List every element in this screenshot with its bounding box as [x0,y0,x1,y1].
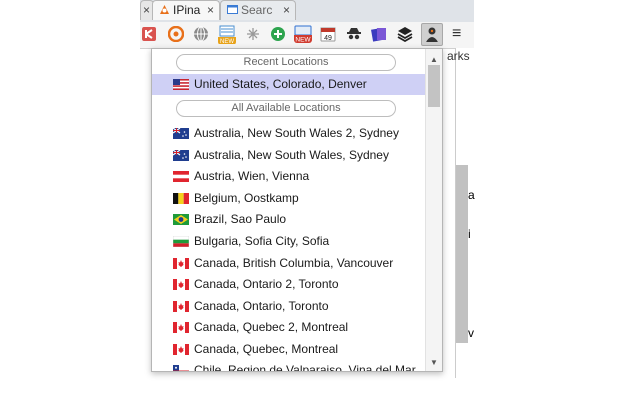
scroll-up-arrow-icon[interactable]: ▲ [430,55,438,64]
location-item[interactable]: Canada, Ontario, Toronto [152,296,428,317]
location-label: Canada, Ontario, Toronto [194,299,329,313]
location-popup: Recent Locations United States, Colorado… [151,48,443,372]
flag-at-icon [173,171,189,182]
bookmarks-fragment-text: arks [447,49,470,63]
recent-location-item[interactable]: United States, Colorado, Denver [152,74,428,95]
location-label: Australia, New South Wales 2, Sydney [194,126,399,140]
page-fragment-char: i [468,227,471,241]
page-fragment-char: a [468,188,475,202]
location-label: Brazil, Sao Paulo [194,212,287,226]
globe-extension-icon[interactable] [193,26,209,42]
popup-scrollbar-thumb[interactable] [428,65,440,107]
calendar-date-text: 49 [324,35,332,42]
flag-be-icon [173,193,189,204]
location-item[interactable]: Canada, Quebec, Montreal [152,339,428,360]
location-item[interactable]: Belgium, Oostkamp [152,188,428,209]
location-item[interactable]: Chile, Region de Valparaiso, Vina del Ma… [152,360,428,372]
spy-extension-icon[interactable] [346,26,362,42]
recent-locations-header: Recent Locations [176,54,396,71]
layers-extension-icon[interactable] [397,26,413,42]
flag-ca-icon [173,301,189,312]
flag-cl-icon [173,365,189,371]
scroll-down-arrow-icon[interactable]: ▼ [430,358,438,367]
flag-au-icon [173,150,189,161]
page-fragment-char: v [468,326,474,340]
location-label: Belgium, Oostkamp [194,191,299,205]
flag-au-icon [173,128,189,139]
new-square-text: NEW [295,37,311,44]
flag-ca-icon [173,322,189,333]
extension-toolbar: NEW NEW 49 ≡ [140,22,474,49]
flag-ca-icon [173,258,189,269]
flag-ca-icon [173,279,189,290]
location-list: Recent Locations United States, Colorado… [152,49,428,372]
flag-br-icon [173,214,189,225]
calendar-extension-icon[interactable]: 49 [320,26,336,42]
tab-search-label: Searc [241,3,273,17]
location-item[interactable]: Canada, British Columbia, Vancouver [152,253,428,274]
browser-menu-icon[interactable]: ≡ [452,25,461,43]
tab-strip: × IPina × Searc × [140,0,474,22]
location-item[interactable]: Australia, New South Wales 2, Sydney [152,123,428,144]
swirl-extension-icon[interactable] [168,26,184,42]
tab-ipinator-label: IPina [173,3,201,17]
ipinator-extension-icon[interactable] [424,26,440,42]
tab-ipinator[interactable]: IPina × [152,0,220,20]
location-label: Canada, Ontario 2, Toronto [194,277,339,291]
location-item[interactable]: Australia, New South Wales, Sydney [152,145,428,166]
search-favicon-icon [227,5,238,14]
ipinator-favicon-icon [160,5,169,14]
location-item[interactable]: Canada, Ontario 2, Toronto [152,274,428,295]
location-label: Austria, Wien, Vienna [194,169,310,183]
flag-ca-icon [173,344,189,355]
tab-previous-close-icon[interactable]: × [143,1,150,19]
tab-ipinator-close-icon[interactable]: × [207,1,214,19]
popup-scrollbar[interactable]: ▲ ▼ [425,49,442,371]
page-scrollbar-thumb[interactable] [456,165,468,343]
location-label: Canada, Quebec 2, Montreal [194,320,349,334]
plus-circle-extension-icon[interactable] [270,26,286,42]
location-item[interactable]: Brazil, Sao Paulo [152,209,428,230]
location-label: Chile, Region de Valparaiso, Vina del Ma… [194,363,416,372]
flag-bg-icon [173,236,189,247]
k-extension-icon[interactable] [142,26,158,42]
location-item[interactable]: Austria, Wien, Vienna [152,166,428,187]
new-square-extension-icon[interactable]: NEW [294,25,312,43]
grid-extension-icon[interactable] [245,26,261,42]
location-label: Australia, New South Wales, Sydney [194,148,389,162]
location-item[interactable]: Canada, Quebec 2, Montreal [152,317,428,338]
cards-extension-icon[interactable] [371,26,387,42]
flag-us-icon [173,79,189,90]
all-locations-header: All Available Locations [176,100,396,117]
tab-search-close-icon[interactable]: × [283,1,290,19]
location-item[interactable]: Bulgaria, Sofia City, Sofia [152,231,428,252]
location-label: Canada, British Columbia, Vancouver [194,256,394,270]
location-label: Bulgaria, Sofia City, Sofia [194,234,330,248]
location-label: Canada, Quebec, Montreal [194,342,339,356]
tab-search[interactable]: Searc × [220,0,296,20]
new-badge-text: NEW [220,39,234,45]
location-label: United States, Colorado, Denver [194,77,367,91]
new-badge-extension-icon[interactable]: NEW [218,25,236,45]
